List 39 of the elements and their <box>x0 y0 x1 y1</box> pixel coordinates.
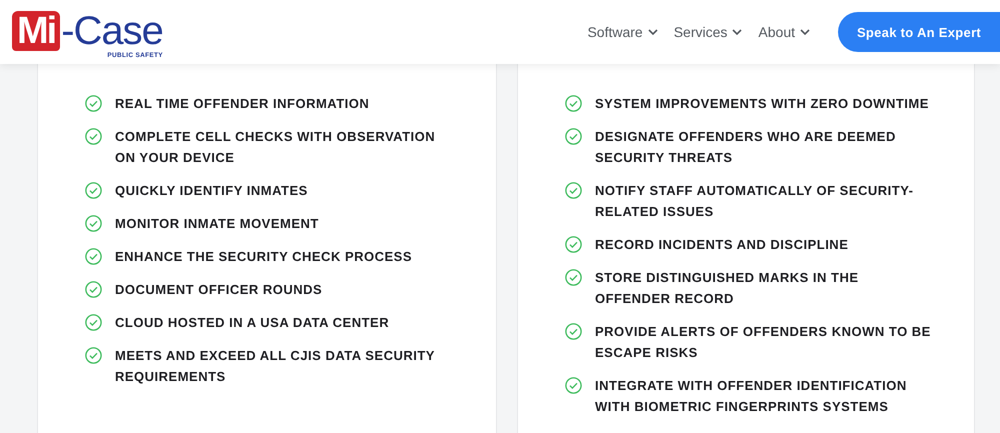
feature-text: DOCUMENT OFFICER ROUNDS <box>115 281 322 299</box>
logo-wordmark: -Case <box>61 11 163 51</box>
check-circle-icon <box>565 95 582 112</box>
feature-text: CLOUD HOSTED IN A USA DATA CENTER <box>115 314 390 332</box>
check-circle-icon <box>85 347 102 364</box>
check-circle-icon <box>85 182 102 199</box>
check-circle-icon <box>565 182 582 199</box>
chevron-down-icon <box>648 29 658 35</box>
feature-text: RECORD INCIDENTS AND DISCIPLINE <box>595 236 848 254</box>
check-circle-icon <box>85 281 102 298</box>
feature-text: SYSTEM IMPROVEMENTS WITH ZERO DOWNTIME <box>595 95 929 113</box>
nav-menu-item[interactable]: Software <box>587 24 658 40</box>
feature-text: PROVIDE ALERTS OF OFFENDERS KNOWN TO BE ESCAPE RISKS <box>595 323 932 362</box>
feature-text: NOTIFY STAFF AUTOMATICALLY OF SECURITY-RELATED ISSUES <box>595 182 915 221</box>
feature-text: MONITOR INMATE MOVEMENT <box>115 215 319 233</box>
check-circle-icon <box>85 95 102 112</box>
check-circle-icon <box>85 215 102 232</box>
feature-text: QUICKLY IDENTIFY INMATES <box>115 182 308 200</box>
nav-menu-item[interactable]: Services <box>674 24 742 40</box>
feature-text: INTEGRATE WITH OFFENDER IDENTIFICATION WITH BIOMETRIC FINGERPRINTS SYSTEMS <box>595 377 908 416</box>
feature-text: STORE DISTINGUISHED MARKS IN THE OFFENDER RECORD <box>595 269 860 308</box>
check-circle-icon <box>565 377 582 394</box>
check-circle-icon <box>565 269 582 286</box>
check-circle-icon <box>85 248 102 265</box>
check-circle-icon <box>565 323 582 340</box>
feature-text: ENHANCE THE SECURITY CHECK PROCESS <box>115 248 412 266</box>
feature-text: COMPLETE CELL CHECKS WITH OBSERVATION ON YOUR DEVICE <box>115 128 436 167</box>
check-circle-icon <box>565 236 582 253</box>
check-circle-icon <box>85 128 102 145</box>
feature-text: REAL TIME OFFENDER INFORMATION <box>115 95 370 113</box>
speak-to-expert-button[interactable]: Speak to An Expert <box>838 12 1000 52</box>
feature-text: MEETS AND EXCEED ALL CJIS DATA SECURITY REQUIREMENTS <box>115 347 436 386</box>
chevron-down-icon <box>800 29 810 35</box>
logo-mark: Mi <box>12 11 60 51</box>
check-circle-icon <box>565 128 582 145</box>
nav-menu-item[interactable]: About <box>758 24 810 40</box>
chevron-down-icon <box>732 29 742 35</box>
check-circle-icon <box>85 314 102 331</box>
feature-text: DESIGNATE OFFENDERS WHO ARE DEEMED SECURITY THREATS <box>595 128 897 167</box>
